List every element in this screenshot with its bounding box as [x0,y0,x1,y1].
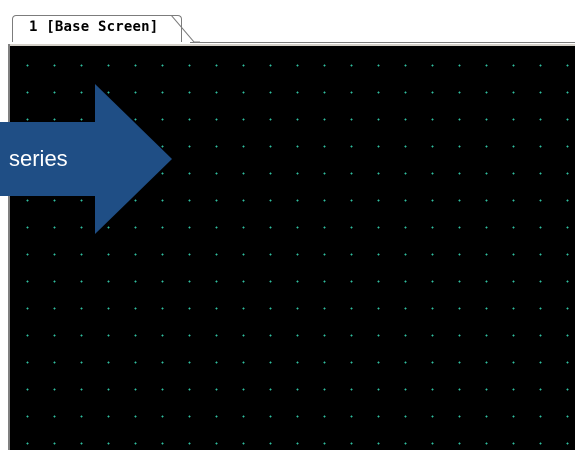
tab-bar: 1 [Base Screen] [0,0,575,43]
tab-edge [170,15,200,43]
callout-label: series [9,146,68,171]
tab-base-screen[interactable]: 1 [Base Screen] [12,15,182,42]
tab-underline [190,42,575,43]
tab-label: 1 [Base Screen] [29,19,159,35]
editor-window: 1 [Base Screen] series [0,0,575,450]
